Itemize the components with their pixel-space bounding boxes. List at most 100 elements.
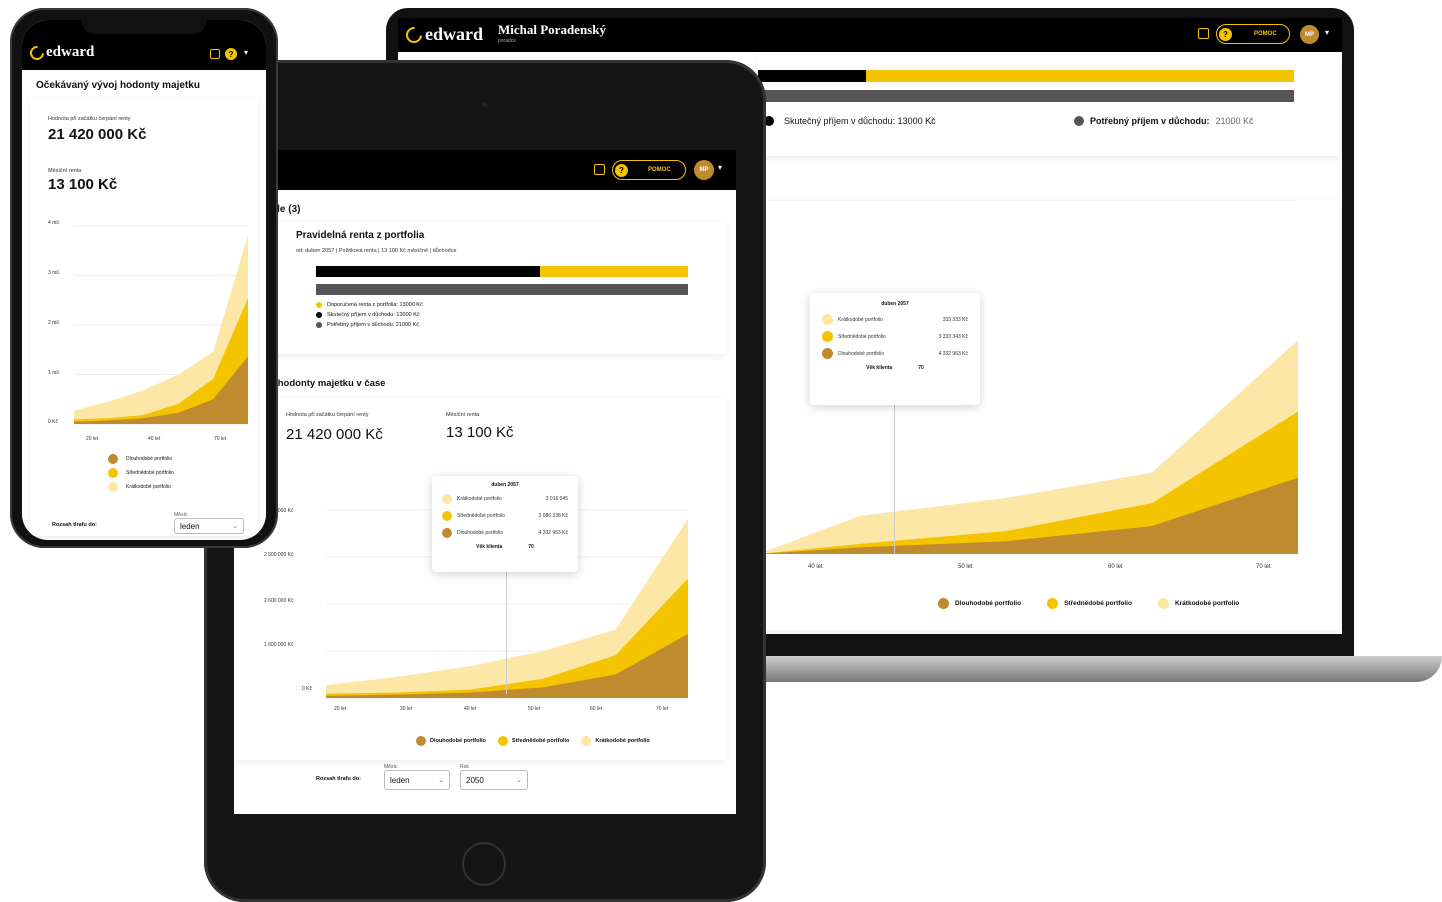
y-tick: 2 600 000 Kč [264,598,294,604]
phone-y-ticks: 4 mil. 3 mil. 2 mil. 1 mil. 0 Kč [48,220,88,430]
legend-item[interactable]: Střednědobé portfolio [1047,598,1132,609]
light-dot-icon [442,493,452,504]
y-tick: 0 Kč [48,419,59,425]
tablet-screen: edward ? POMOC MP ▾ Nastavené cíle (3) P… [234,150,736,814]
x-tick: 60 let [590,706,603,712]
x-tick: 70 let [656,706,669,712]
legend-item[interactable]: Střednědobé portfolio [108,468,174,478]
calendar-icon[interactable] [1198,28,1209,39]
yellow-dot-icon [442,510,452,521]
legend-needed: Potřebný příjem v důchodu: 21000 Kč [1074,116,1254,126]
chevron-down-icon[interactable]: ▾ [1325,28,1329,37]
legend-item[interactable]: Krátkodobé portfolio [581,736,650,746]
yellow-dot-icon [822,331,833,342]
light-dot-icon [581,736,592,746]
progress-bar-actual-fill [758,70,866,82]
legend-item[interactable]: Krátkodobé portfolio [1157,598,1239,609]
progress-bar-needed [758,90,1294,102]
y-tick: 0 Kč [302,686,313,692]
progress-bar-actual [758,70,1294,82]
x-tick: 20 let [86,436,99,442]
y-tick: 1 600 000 Kč [264,642,294,648]
brown-dot-icon [416,736,426,746]
yellow-dot-icon [497,736,508,746]
calendar-icon[interactable] [594,164,605,175]
legend-item[interactable]: Dlouhodobé portfolio [108,454,174,464]
legend-item[interactable]: Krátkodobé portfolio [108,482,174,492]
phone-screen: edward ? ▾ Očekávaný vývoj hodonty majet… [22,20,266,540]
tablet-tooltip-line [506,570,507,694]
progress-bar-actual [316,266,688,277]
laptop-goal-card: Skutečný příjem v důchodu: 13000 Kč Potř… [758,56,1340,156]
tablet-home-button[interactable] [462,842,506,886]
bullet: Potřebný příjem v důchodu: 21000 Kč [316,322,423,328]
calendar-icon[interactable] [210,49,220,59]
phone-chart-card: Hodnota při začátku čerpání renty 21 420… [30,98,258,536]
brown-dot-icon [938,598,949,609]
y-tick: 2 mil. [48,320,60,326]
grey-dot-icon [1074,116,1084,126]
laptop-base [740,656,1442,682]
legend-item[interactable]: Dlouhodobé portfolio [416,736,486,746]
yellow-dot-icon [1047,598,1059,609]
legend-actual: Skutečný příjem v důchodu: 13000 Kč [764,116,936,126]
tablet-goal-card: Pravidelná renta z portfolia od: duben 2… [234,222,726,354]
avatar[interactable]: MP [1300,25,1319,44]
grey-dot-icon [316,322,322,328]
tablet-topbar: edward ? POMOC MP ▾ [234,150,736,190]
help-button[interactable]: ? POMOC [612,160,686,180]
help-button[interactable]: ? POMOC [1216,24,1290,44]
phone-notch [82,14,206,34]
range-label: Rozsah tlrafu do: [316,776,361,782]
progress-bar-actual-fill [316,266,540,277]
light-dot-icon [822,314,833,325]
year-select[interactable]: 2050 ⌄ [460,770,528,790]
brown-dot-icon [442,527,452,538]
brown-dot-icon [108,454,118,464]
bullet: Skutečný příjem v důchodu: 13000 Kč [316,312,423,318]
x-tick: 40 let [148,436,161,442]
tooltip-age: Věk klienta 70 [866,365,924,371]
tablet-camera-icon [482,102,487,107]
x-tick: 70 let [214,436,227,442]
x-tick: 40 let [808,564,823,570]
advisor-info: Michal Poradenský poradce [498,22,606,44]
laptop-topbar: edward Michal Poradenský poradce ? POMOC… [398,18,1342,52]
tooltip-row: Dlouhodobé portfolio 4 332 963 Kč [442,524,568,541]
yellow-dot-icon [108,468,118,478]
laptop-tooltip: duben 2057 Krátkodobé portfolio 333 333 K… [810,293,980,405]
range-label: Rozsah tlrafu do: [52,522,97,528]
chevron-down-icon: ⌄ [516,777,522,784]
x-tick: 50 let [958,564,973,570]
chevron-down-icon[interactable]: ▾ [244,48,248,57]
phone-legend: Dlouhodobé portfolio Střednědobé portfol… [108,454,174,492]
x-tick: 20 let [334,706,347,712]
progress-bar-needed [316,284,688,295]
x-tick: 40 let [464,706,477,712]
tooltip-row: Dlouhodobé portfolio 4 332 963 Kč [822,345,968,362]
legend-item[interactable]: Střednědobé portfolio [497,736,569,746]
tooltip-age: Věk klienta 70 [476,544,534,550]
x-tick: 50 let [528,706,541,712]
tablet-chart-card: Hodnota při začátku čerpání renty 21 420… [234,398,726,760]
laptop-legend: Dlouhodobé portfolio Střednědobé portfol… [938,598,1239,609]
light-dot-icon [108,482,118,492]
month-select[interactable]: leden ⌄ [174,518,244,534]
phone-logo[interactable]: edward [27,42,94,63]
laptop-tooltip-line [894,398,895,554]
logo-ring-icon [27,42,47,63]
phone-heading: Očekávaný vývoj hodonty majetku [36,80,200,91]
laptop-logo[interactable]: edward [402,23,483,46]
y-tick: 3 mil. [48,270,60,276]
legend-item[interactable]: Dlouhodobé portfolio [938,598,1021,609]
brown-dot-icon [822,348,833,359]
year-select-wrap: Rok 2050 ⌄ [460,764,528,790]
avatar[interactable]: MP [694,160,714,180]
month-select[interactable]: leden ⌄ [384,770,450,790]
question-icon[interactable]: ? [225,48,237,60]
chevron-down-icon[interactable]: ▾ [718,163,722,172]
x-tick: 30 let [400,706,413,712]
y-tick: 1 mil. [48,370,60,376]
y-tick: 2 600 000 Kč [264,552,294,558]
question-icon: ? [615,163,628,177]
